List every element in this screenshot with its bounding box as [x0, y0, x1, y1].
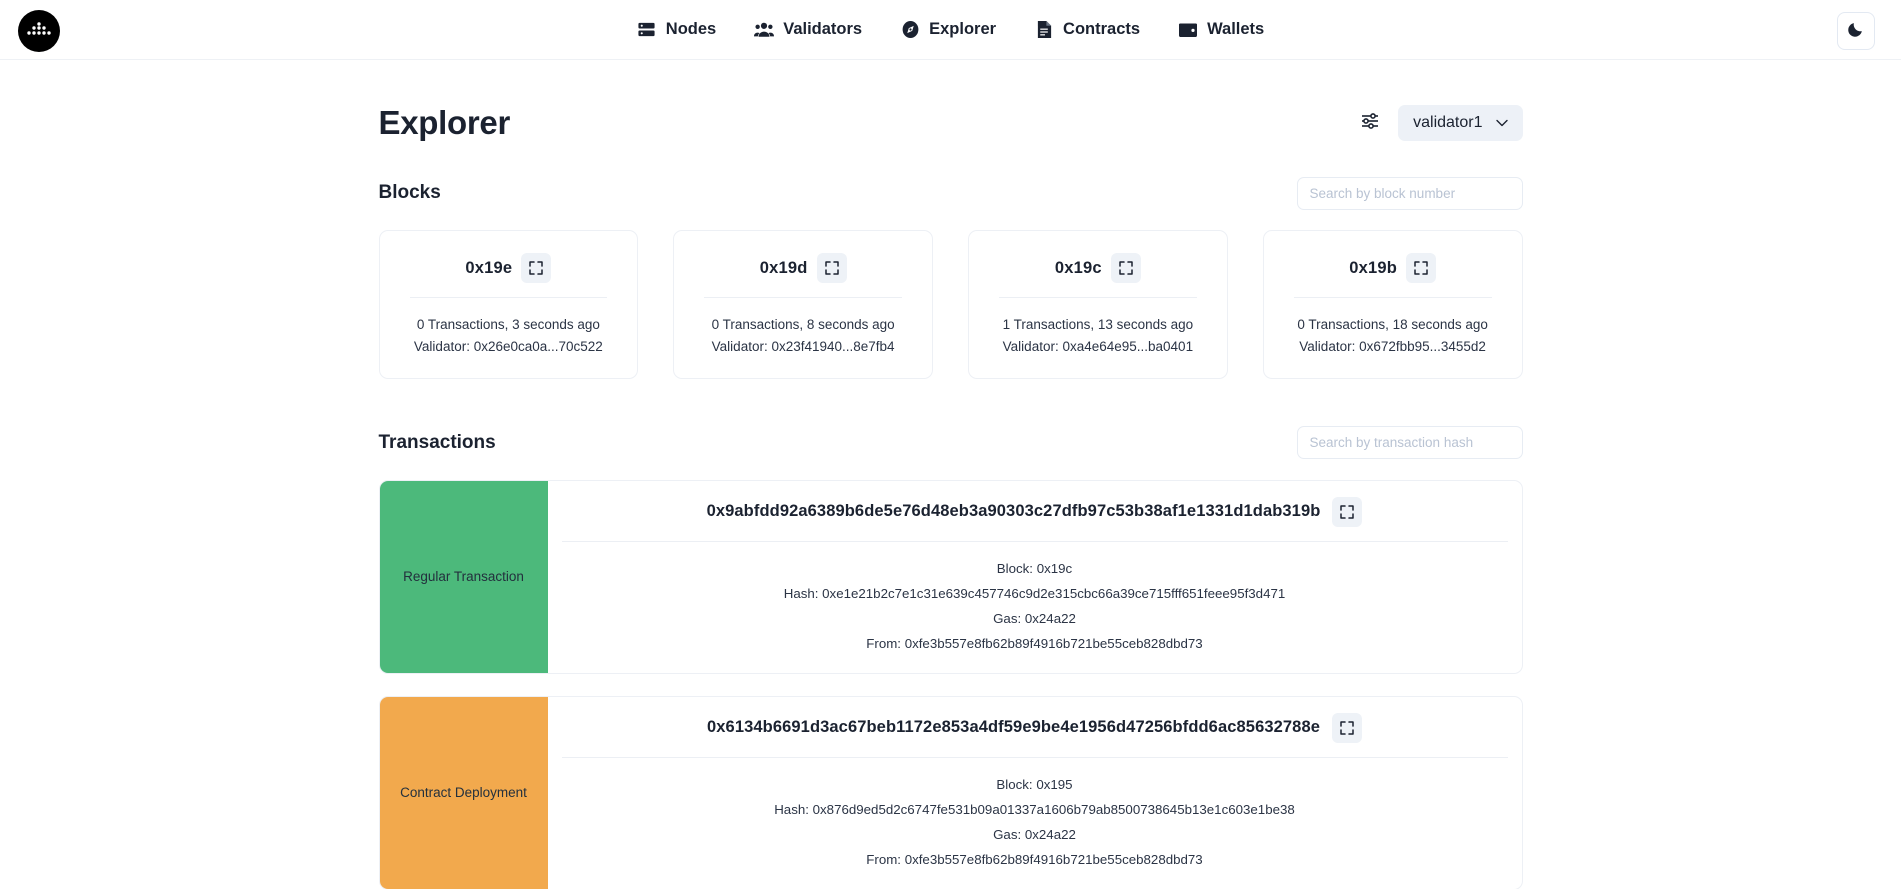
main-nav: Nodes Validators: [637, 20, 1264, 40]
transaction-hash: Hash: 0x876d9ed5d2c6747fe531b09a01337a16…: [558, 797, 1512, 822]
block-transactions-count: 0 Transactions, 18 seconds ago: [1282, 314, 1504, 336]
block-card[interactable]: 0x19e 0 Transactions, 3 seconds ago Vali…: [379, 230, 639, 379]
expand-transaction-button[interactable]: [1332, 497, 1362, 527]
expand-block-button[interactable]: [521, 253, 551, 283]
transaction-details: Block: 0x195 Hash: 0x876d9ed5d2c6747fe53…: [548, 758, 1522, 889]
block-number: 0x19b: [1349, 259, 1397, 278]
nav-item-label: Nodes: [666, 20, 716, 39]
transaction-from: From: 0xfe3b557e8fb62b89f4916b721be55ceb…: [558, 847, 1512, 872]
expand-block-button[interactable]: [1111, 253, 1141, 283]
block-number: 0x19d: [760, 259, 808, 278]
block-number: 0x19c: [1055, 259, 1102, 278]
transaction-body: 0x6134b6691d3ac67beb1172e853a4df59e9be4e…: [548, 697, 1522, 889]
transactions-section-title: Transactions: [379, 432, 496, 454]
transaction-search-input[interactable]: [1297, 426, 1523, 459]
theme-toggle-button[interactable]: [1837, 12, 1875, 50]
server-icon: [637, 20, 657, 40]
block-card[interactable]: 0x19b 0 Transactions, 18 seconds ago Val…: [1263, 230, 1523, 379]
validator-dropdown-value: validator1: [1413, 114, 1482, 132]
transaction-hash: Hash: 0xe1e21b2c7e1c31e639c457746c9d2e31…: [558, 581, 1512, 606]
nav-item-label: Contracts: [1063, 20, 1140, 39]
page-content: Explorer validator1: [0, 60, 1901, 889]
transaction-type-label: Contract Deployment: [400, 785, 527, 800]
divider: [704, 297, 902, 298]
nav-item-explorer[interactable]: Explorer: [900, 20, 996, 40]
block-search-input[interactable]: [1297, 177, 1523, 210]
transaction-card[interactable]: Contract Deployment 0x6134b6691d3ac67beb…: [379, 696, 1523, 889]
sliders-icon[interactable]: [1360, 112, 1380, 135]
block-card-header: 0x19e: [398, 253, 620, 297]
transaction-from: From: 0xfe3b557e8fb62b89f4916b721be55ceb…: [558, 631, 1512, 656]
expand-block-button[interactable]: [1406, 253, 1436, 283]
block-card[interactable]: 0x19c 1 Transactions, 13 seconds ago Val…: [968, 230, 1228, 379]
page-header: Explorer validator1: [379, 104, 1523, 142]
document-icon: [1034, 20, 1054, 40]
block-card-header: 0x19c: [987, 253, 1209, 297]
transactions-section-header: Transactions: [379, 426, 1523, 460]
blocks-section-header: Blocks: [379, 176, 1523, 210]
nav-item-validators[interactable]: Validators: [754, 20, 862, 40]
nav-item-label: Validators: [783, 20, 862, 39]
transaction-details: Block: 0x19c Hash: 0xe1e21b2c7e1c31e639c…: [548, 542, 1522, 673]
block-card[interactable]: 0x19d 0 Transactions, 8 seconds ago Vali…: [673, 230, 933, 379]
block-transactions-count: 1 Transactions, 13 seconds ago: [987, 314, 1209, 336]
divider: [1294, 297, 1492, 298]
consensys-dots-logo[interactable]: [18, 10, 60, 52]
nav-item-wallets[interactable]: Wallets: [1178, 20, 1264, 40]
transaction-hash-title: 0x6134b6691d3ac67beb1172e853a4df59e9be4e…: [707, 718, 1320, 737]
block-transactions-count: 0 Transactions, 8 seconds ago: [692, 314, 914, 336]
wallet-icon: [1178, 20, 1198, 40]
transaction-hash-title: 0x9abfdd92a6389b6de5e76d48eb3a90303c27df…: [707, 502, 1321, 521]
block-card-header: 0x19d: [692, 253, 914, 297]
transaction-header: 0x9abfdd92a6389b6de5e76d48eb3a90303c27df…: [562, 481, 1508, 542]
transaction-card[interactable]: Regular Transaction 0x9abfdd92a6389b6de5…: [379, 480, 1523, 674]
nav-item-nodes[interactable]: Nodes: [637, 20, 716, 40]
divider: [999, 297, 1197, 298]
transaction-type-label: Regular Transaction: [403, 569, 524, 584]
transaction-body: 0x9abfdd92a6389b6de5e76d48eb3a90303c27df…: [548, 481, 1522, 673]
compass-icon: [900, 20, 920, 40]
block-validator: Validator: 0xa4e64e95...ba0401: [987, 336, 1209, 358]
nav-item-contracts[interactable]: Contracts: [1034, 20, 1140, 40]
block-validator: Validator: 0x672fbb95...3455d2: [1282, 336, 1504, 358]
transaction-block: Block: 0x195: [558, 772, 1512, 797]
transactions-list: Regular Transaction 0x9abfdd92a6389b6de5…: [379, 480, 1523, 889]
transaction-gas: Gas: 0x24a22: [558, 606, 1512, 631]
block-card-header: 0x19b: [1282, 253, 1504, 297]
moon-icon: [1847, 19, 1866, 43]
divider: [410, 297, 608, 298]
block-number: 0x19e: [465, 259, 512, 278]
page-header-controls: validator1: [1360, 105, 1522, 141]
transaction-header: 0x6134b6691d3ac67beb1172e853a4df59e9be4e…: [562, 697, 1508, 758]
expand-block-button[interactable]: [817, 253, 847, 283]
blocks-list: 0x19e 0 Transactions, 3 seconds ago Vali…: [379, 230, 1523, 379]
transaction-block: Block: 0x19c: [558, 556, 1512, 581]
blocks-section-title: Blocks: [379, 182, 441, 204]
nav-item-label: Wallets: [1207, 20, 1264, 39]
top-navigation-bar: Nodes Validators: [0, 0, 1901, 60]
validator-dropdown[interactable]: validator1: [1398, 105, 1522, 141]
block-validator: Validator: 0x26e0ca0a...70c522: [398, 336, 620, 358]
transaction-gas: Gas: 0x24a22: [558, 822, 1512, 847]
block-validator: Validator: 0x23f41940...8e7fb4: [692, 336, 914, 358]
expand-transaction-button[interactable]: [1332, 713, 1362, 743]
nav-item-label: Explorer: [929, 20, 996, 39]
block-transactions-count: 0 Transactions, 3 seconds ago: [398, 314, 620, 336]
transaction-type-badge: Contract Deployment: [380, 697, 548, 889]
page-title: Explorer: [379, 104, 511, 142]
transaction-type-badge: Regular Transaction: [380, 481, 548, 673]
users-icon: [754, 20, 774, 40]
chevron-down-icon: [1496, 114, 1508, 132]
